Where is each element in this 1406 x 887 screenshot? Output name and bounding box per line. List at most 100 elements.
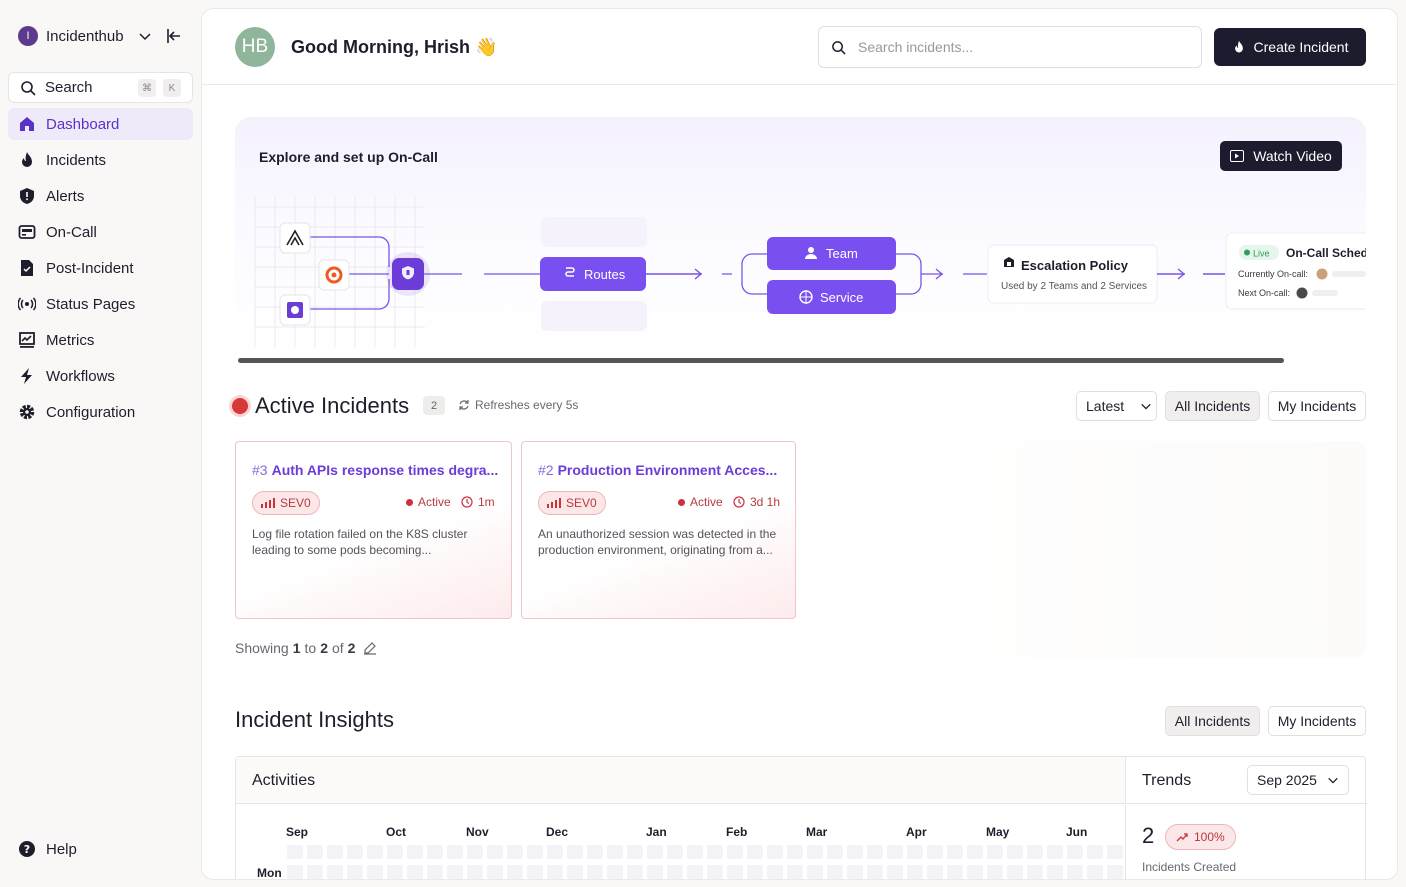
heatmap-cell bbox=[287, 865, 303, 879]
chevron-down-icon bbox=[139, 33, 151, 41]
schedule-title: On-Call Sched bbox=[1286, 246, 1366, 260]
search-input[interactable] bbox=[858, 39, 1178, 55]
sidebar-item-workflows[interactable]: Workflows bbox=[8, 360, 193, 392]
collapse-sidebar-icon[interactable] bbox=[165, 27, 183, 45]
sidebar-item-status-pages[interactable]: Status Pages bbox=[8, 288, 193, 320]
sort-select-value: Latest bbox=[1086, 398, 1125, 414]
status-indicator: Active bbox=[406, 495, 451, 509]
flame-icon bbox=[1234, 40, 1243, 53]
heatmap-cell bbox=[1027, 865, 1043, 879]
home-icon bbox=[20, 117, 34, 131]
sidebar-item-label: On-Call bbox=[46, 223, 97, 241]
heatmap-cell bbox=[1047, 865, 1063, 879]
heatmap-cell bbox=[607, 845, 623, 859]
help-link[interactable]: ? Help bbox=[18, 840, 77, 858]
sort-select[interactable]: Latest bbox=[1076, 391, 1157, 421]
horizontal-scrollbar[interactable] bbox=[238, 358, 1284, 363]
insights-filter-all[interactable]: All Incidents bbox=[1165, 706, 1260, 736]
heatmap-cell bbox=[387, 865, 403, 879]
refresh-indicator: Refreshes every 5s bbox=[458, 398, 578, 412]
heatmap-cell bbox=[667, 845, 683, 859]
sidebar-item-metrics[interactable]: Metrics bbox=[8, 324, 193, 356]
month-label: Jun bbox=[1066, 825, 1088, 839]
play-video-icon bbox=[1230, 150, 1245, 162]
sidebar: I Incidenthub Search ⌘ K Dashboard Incid… bbox=[0, 0, 201, 887]
severity-badge: SEV0 bbox=[252, 491, 320, 515]
edit-icon[interactable] bbox=[363, 641, 377, 655]
heatmap-cell bbox=[647, 865, 663, 879]
heatmap-cell bbox=[407, 845, 423, 859]
heatmap-cell bbox=[687, 845, 703, 859]
clock-icon bbox=[733, 496, 745, 508]
heatmap-cell bbox=[1067, 865, 1083, 879]
status-indicator: Active bbox=[678, 495, 723, 509]
incident-title[interactable]: #2 Production Environment Acces... bbox=[538, 462, 788, 478]
heatmap-cell bbox=[967, 865, 983, 879]
shield-alert-icon bbox=[20, 188, 34, 204]
heatmap-cell bbox=[307, 845, 323, 859]
severity-label: SEV0 bbox=[566, 496, 597, 510]
sidebar-item-on-call[interactable]: On-Call bbox=[8, 216, 193, 248]
heatmap-cell bbox=[467, 845, 483, 859]
trend-caption: Incidents Created bbox=[1142, 860, 1237, 874]
heatmap-cell bbox=[927, 865, 943, 879]
org-logo: I bbox=[18, 26, 38, 46]
heatmap-cell bbox=[347, 845, 363, 859]
insights-filter-mine[interactable]: My Incidents bbox=[1268, 706, 1366, 736]
activity-heatmap: Sep Oct Nov Dec Jan Feb Mar Apr May Jun … bbox=[236, 805, 1126, 879]
heatmap-cell bbox=[867, 865, 883, 879]
showing-from: 1 bbox=[292, 640, 301, 656]
create-incident-label: Create Incident bbox=[1253, 39, 1349, 55]
refresh-label: Refreshes every 5s bbox=[475, 398, 579, 412]
heatmap-cell bbox=[447, 845, 463, 859]
month-label: May bbox=[986, 825, 1010, 839]
status-dot bbox=[406, 498, 413, 506]
sidebar-item-incidents[interactable]: Incidents bbox=[8, 144, 193, 176]
month-select-value: Sep 2025 bbox=[1257, 772, 1317, 788]
svg-text:?: ? bbox=[24, 843, 30, 856]
on-call-banner: Explore and set up On-Call Watch Video R… bbox=[235, 117, 1366, 363]
month-select[interactable]: Sep 2025 bbox=[1247, 765, 1349, 795]
trend-value: 2 bbox=[1142, 823, 1155, 848]
heatmap-cell bbox=[627, 865, 643, 879]
main-panel: HB Good Morning, Hrish 👋 Create Incident… bbox=[201, 8, 1398, 880]
escalation-subtitle: Used by 2 Teams and 2 Services bbox=[1001, 281, 1147, 292]
active-incidents-count: 2 bbox=[423, 396, 445, 415]
help-icon: ? bbox=[19, 841, 35, 857]
sidebar-search[interactable]: Search ⌘ K bbox=[8, 72, 193, 103]
team-label: Team bbox=[826, 246, 858, 261]
sidebar-item-label: Status Pages bbox=[46, 295, 136, 313]
sidebar-item-configuration[interactable]: Configuration bbox=[8, 396, 193, 428]
escalation-policy-card bbox=[987, 244, 1158, 304]
service-label: Service bbox=[820, 290, 863, 305]
org-switcher[interactable]: I Incidenthub bbox=[18, 26, 152, 46]
search-icon bbox=[832, 40, 846, 55]
heatmap-cell bbox=[1047, 845, 1063, 859]
sidebar-item-alerts[interactable]: Alerts bbox=[8, 180, 193, 212]
avatar[interactable]: HB bbox=[235, 27, 275, 67]
heatmap-cell bbox=[867, 845, 883, 859]
sidebar-item-dashboard[interactable]: Dashboard bbox=[8, 108, 193, 140]
heatmap-cell bbox=[947, 845, 963, 859]
heatmap-cell bbox=[1007, 865, 1023, 879]
incident-number: #3 bbox=[252, 462, 268, 478]
incident-search[interactable] bbox=[818, 26, 1202, 68]
filter-my-incidents[interactable]: My Incidents bbox=[1268, 391, 1366, 421]
trends-label: Trends bbox=[1142, 772, 1192, 789]
heatmap-cell bbox=[907, 865, 923, 879]
active-incidents-title: Active Incidents bbox=[255, 393, 410, 418]
create-incident-button[interactable]: Create Incident bbox=[1214, 28, 1366, 66]
activities-header: Activities bbox=[236, 757, 1126, 804]
heatmap-cell bbox=[907, 845, 923, 859]
month-label: Jan bbox=[646, 825, 667, 839]
incident-card[interactable]: #3 Auth APIs response times degra... SEV0… bbox=[235, 441, 512, 619]
watch-video-button[interactable]: Watch Video bbox=[1220, 141, 1342, 171]
sidebar-search-label: Search bbox=[45, 79, 93, 96]
sidebar-item-label: Configuration bbox=[46, 403, 136, 421]
incident-description: Log file rotation failed on the K8S clus… bbox=[252, 527, 468, 557]
incident-card[interactable]: #2 Production Environment Acces... SEV0 A… bbox=[521, 441, 796, 619]
document-icon bbox=[21, 260, 33, 276]
incident-title[interactable]: #3 Auth APIs response times degra... bbox=[252, 462, 502, 478]
sidebar-item-post-incident[interactable]: Post-Incident bbox=[8, 252, 193, 284]
filter-all-incidents[interactable]: All Incidents bbox=[1165, 391, 1260, 421]
